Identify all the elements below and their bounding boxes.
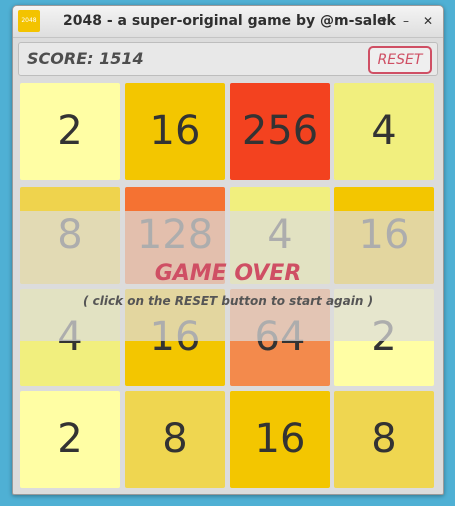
- title-bar[interactable]: 2048 2048 - a super-original game by @m-…: [13, 6, 443, 38]
- game-over-title: GAME OVER: [154, 261, 302, 286]
- tile-r1-c4: 4: [334, 83, 434, 180]
- close-button[interactable]: ✕: [419, 13, 437, 30]
- minimize-button[interactable]: –: [397, 13, 415, 30]
- app-icon: 2048: [18, 10, 40, 32]
- tile-r1-c3: 256: [230, 83, 330, 180]
- score-label: SCORE: 1514: [27, 49, 144, 68]
- tile-r1-c2: 16: [125, 83, 225, 180]
- keep-above-button[interactable]: 🠩: [375, 13, 393, 30]
- reset-button[interactable]: RESET: [368, 46, 432, 74]
- tile-r4-c3: 16: [230, 391, 330, 488]
- game-over-hint: ( click on the RESET button to start aga…: [82, 294, 374, 308]
- score-toolbar: SCORE: 1514 RESET: [18, 42, 438, 76]
- tile-r4-c2: 8: [125, 391, 225, 488]
- tile-r4-c1: 2: [20, 391, 120, 488]
- tile-r4-c4: 8: [334, 391, 434, 488]
- window-title: 2048 - a super-original game by @m-salek: [63, 13, 396, 29]
- game-window: 2048 2048 - a super-original game by @m-…: [12, 5, 444, 495]
- tile-r1-c1: 2: [20, 83, 120, 180]
